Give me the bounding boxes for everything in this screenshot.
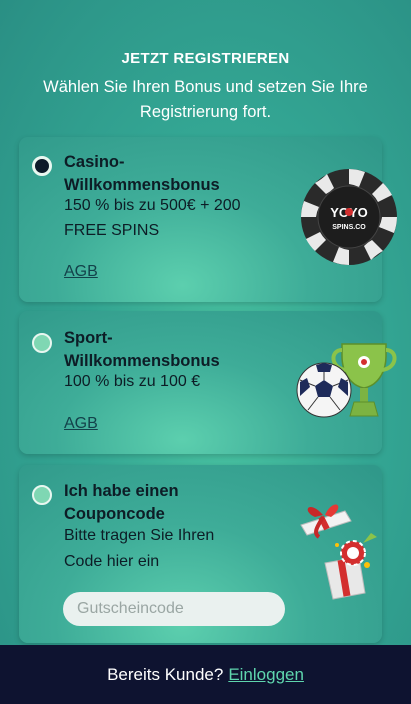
page-subtitle: Wählen Sie Ihren Bonus und setzen Sie Ih… <box>43 78 368 121</box>
footer-text: Bereits Kunde? <box>107 664 224 684</box>
sport-bonus-title-line1: Sport- <box>64 329 113 347</box>
sport-bonus-card[interactable]: Sport- Willkommensbonus 100 % bis zu 100… <box>19 311 397 454</box>
casino-chip-icon: YOYO SPINS.CO <box>301 169 397 265</box>
coupon-desc-line1: Bitte tragen Sie Ihren <box>64 527 215 544</box>
footer-bar: Bereits Kunde? Einloggen <box>0 645 411 704</box>
chip-logo-bottom: SPINS.CO <box>332 224 366 231</box>
login-link[interactable]: Einloggen <box>228 665 304 685</box>
coupon-card[interactable]: Ich habe einen Couponcode Bitte tragen S… <box>19 465 382 643</box>
sport-bonus-radio[interactable] <box>32 333 52 353</box>
gift-box-icon <box>300 504 377 600</box>
casino-bonus-title-line1: Casino- <box>64 153 125 171</box>
sport-bonus-desc-line1: 100 % bis zu 100 € <box>64 373 201 390</box>
casino-bonus-radio[interactable] <box>32 156 52 176</box>
casino-agb-link[interactable]: AGB <box>64 263 98 281</box>
coupon-code-input[interactable] <box>63 592 285 626</box>
casino-bonus-desc-line2: FREE SPINS <box>64 222 160 239</box>
soccer-trophy-icon <box>296 343 397 418</box>
page-title: JETZT REGISTRIEREN <box>121 50 290 67</box>
coupon-radio[interactable] <box>32 485 52 505</box>
coupon-title-line1: Ich habe einen <box>64 482 179 500</box>
coupon-desc-line2: Code hier ein <box>64 553 160 570</box>
registration-header: JETZT REGISTRIEREN Wählen Sie Ihren Bonu… <box>0 50 411 125</box>
sport-agb-link[interactable]: AGB <box>64 415 98 433</box>
casino-bonus-desc-line1: 150 % bis zu 500€ + 200 <box>64 197 241 214</box>
casino-bonus-card[interactable]: Casino- Willkommensbonus 150 % bis zu 50… <box>19 137 397 302</box>
